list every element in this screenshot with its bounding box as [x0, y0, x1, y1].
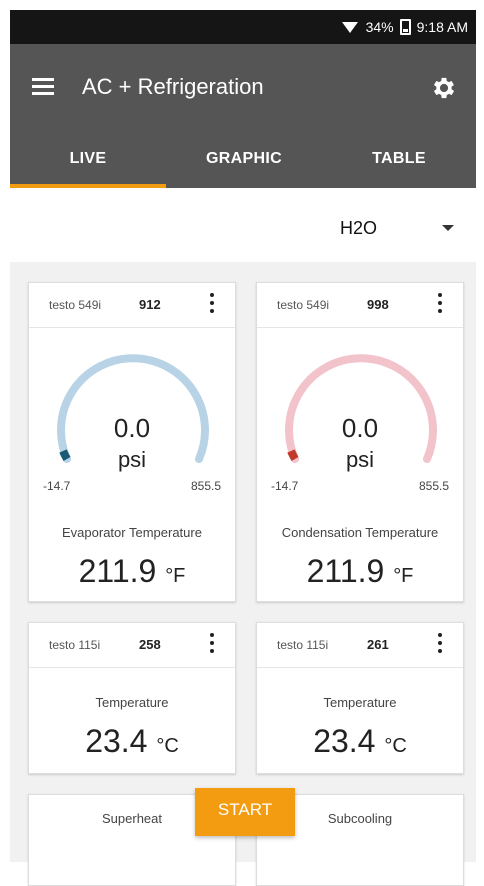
measurement-value: 23.4: [85, 723, 148, 759]
clock: 9:18 AM: [416, 19, 468, 35]
gauge-max: 855.5: [418, 479, 449, 493]
app-title: AC + Refrigeration: [82, 74, 264, 99]
gauge-min: -14.7: [271, 479, 299, 493]
device-serial: 258: [139, 637, 161, 652]
wifi-icon: [341, 21, 358, 33]
more-vert-icon[interactable]: [438, 293, 443, 315]
dropdown-arrow-icon[interactable]: [442, 225, 454, 231]
more-vert-icon[interactable]: [438, 633, 443, 655]
status-bar: 34% 9:18 AM: [10, 10, 476, 44]
tab-graphic[interactable]: GRAPHIC: [166, 132, 322, 188]
device-name: testo 549i: [277, 298, 330, 312]
measurement-unit: °C: [156, 735, 179, 757]
status-icons: 34% 9:18 AM: [341, 19, 468, 35]
unit-selected-value[interactable]: H2O: [340, 218, 377, 239]
hamburger-menu-icon[interactable]: [32, 78, 54, 96]
tab-bar: LIVE GRAPHIC TABLE: [10, 132, 476, 188]
measurement-value: 23.4: [313, 723, 376, 759]
measurement-label: Condensation Temperature: [281, 525, 439, 540]
measurement-value-row: 23.4 °C: [257, 723, 463, 760]
measurement-panel: testo 549i 912 0.0 psi -14.7 855.5 Evapo…: [10, 262, 476, 886]
measurement-label: Evaporator Temperature: [62, 525, 202, 540]
gauge-min: -14.7: [43, 479, 71, 493]
device-name: testo 115i: [49, 638, 101, 652]
more-vert-icon[interactable]: [210, 633, 215, 655]
measurement-value-row: 211.9 °F: [257, 553, 463, 590]
unit-selector[interactable]: H2O: [10, 188, 476, 260]
gear-icon[interactable]: [430, 74, 458, 102]
measurement-value-row: 23.4 °C: [29, 723, 235, 760]
card-header: testo 115i 258: [29, 623, 235, 668]
gauge-value: 0.0: [341, 413, 379, 443]
device-serial: 261: [367, 637, 389, 652]
app-bar: AC + Refrigeration: [10, 44, 476, 132]
probe-card-condensation: testo 549i 998 0.0 psi -14.7 855.5 Conde…: [256, 282, 464, 602]
measurement-value: 211.9: [78, 553, 157, 589]
measurement-unit: °C: [384, 735, 407, 757]
measurement-unit: °F: [393, 565, 414, 587]
device-name: testo 115i: [277, 638, 329, 652]
battery-percent: 34%: [365, 19, 394, 35]
gauge-unit: psi: [117, 447, 147, 472]
more-vert-icon[interactable]: [210, 293, 215, 315]
gauge-max: 855.5: [190, 479, 221, 493]
card-header: testo 549i 998: [257, 283, 463, 328]
measurement-unit: °F: [165, 565, 186, 587]
battery-icon: [399, 19, 411, 35]
card-header: testo 115i 261: [257, 623, 463, 668]
measurement-value-row: 211.9 °F: [29, 553, 235, 590]
probe-card-evaporator: testo 549i 912 0.0 psi -14.7 855.5 Evapo…: [28, 282, 236, 602]
device-serial: 998: [367, 297, 389, 312]
probe-card-temperature-1: testo 115i 258 Temperature 23.4 °C: [28, 622, 236, 774]
measurement-value: 211.9: [306, 553, 385, 589]
measurement-label: Temperature: [95, 695, 169, 710]
measurement-label: Temperature: [323, 695, 397, 710]
tab-table[interactable]: TABLE: [322, 132, 476, 188]
device-name: testo 549i: [49, 298, 102, 312]
gauge-unit: psi: [345, 447, 375, 472]
tab-live[interactable]: LIVE: [10, 132, 166, 188]
start-button[interactable]: START: [195, 788, 295, 836]
device-serial: 912: [139, 297, 161, 312]
card-header: testo 549i 912: [29, 283, 235, 328]
gauge-value: 0.0: [113, 413, 151, 443]
probe-card-temperature-2: testo 115i 261 Temperature 23.4 °C: [256, 622, 464, 774]
